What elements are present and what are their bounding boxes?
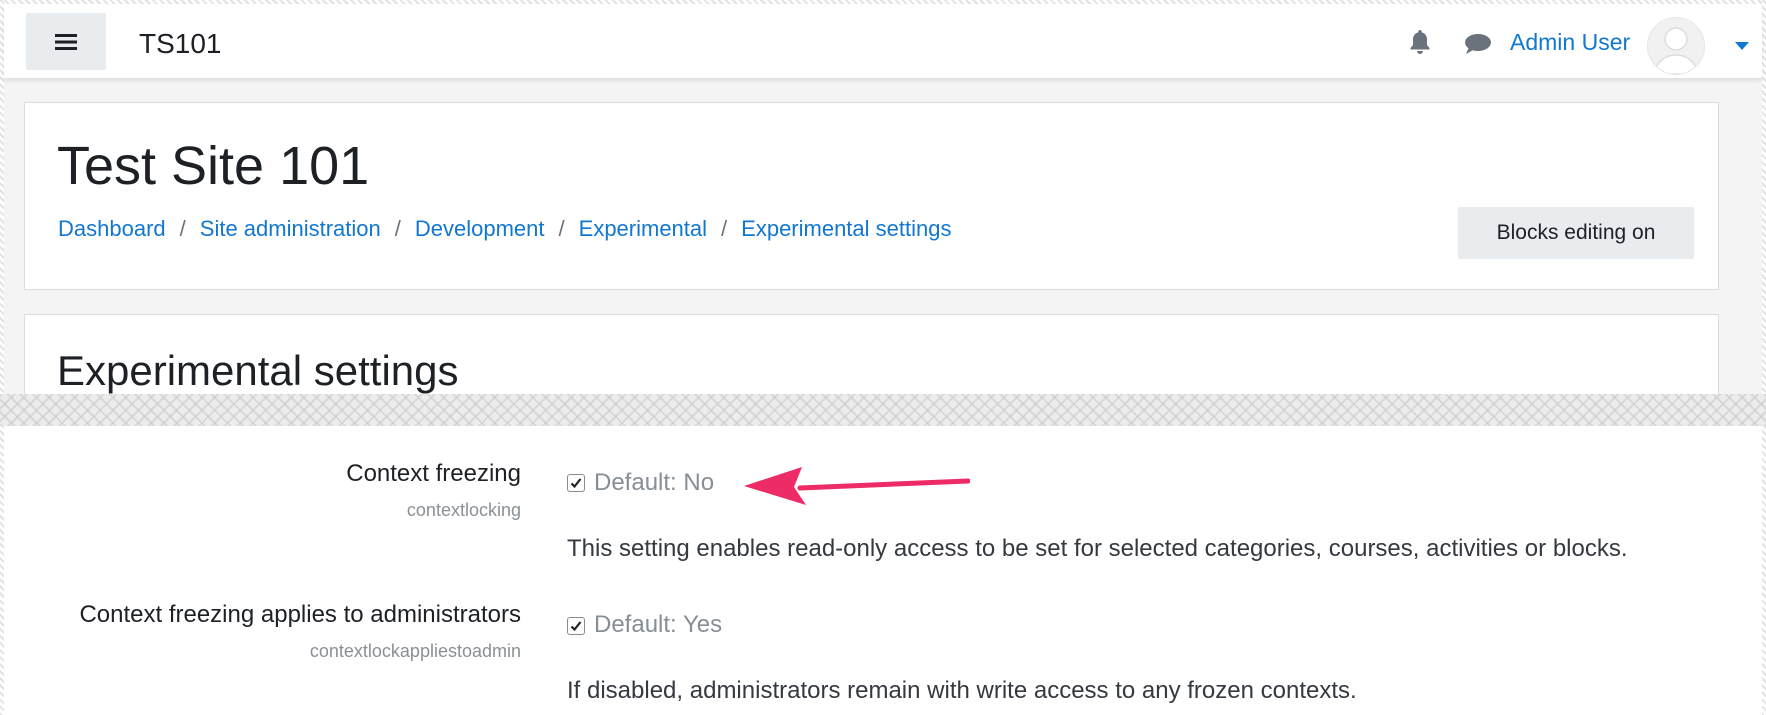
default-value-contextlocking: Default: No bbox=[594, 469, 715, 496]
breadcrumb-site-administration[interactable]: Site administration bbox=[200, 216, 381, 242]
breadcrumb-experimental[interactable]: Experimental bbox=[579, 216, 707, 242]
section-title: Experimental settings bbox=[57, 347, 459, 394]
setting-label-contextlocking: Context freezing bbox=[346, 460, 521, 487]
user-menu-name[interactable]: Admin User bbox=[1510, 29, 1630, 56]
breadcrumb-separator: / bbox=[721, 216, 728, 241]
blocks-editing-on-button[interactable]: Blocks editing on bbox=[1458, 207, 1694, 259]
checkbox-checked-icon bbox=[570, 478, 582, 489]
setting-key-contextlockappliestoadmin: contextlockappliestoadmin bbox=[309, 641, 521, 661]
bell-icon bbox=[1410, 30, 1430, 54]
setting-label-contextlockappliestoadmin: Context freezing applies to administrato… bbox=[79, 601, 521, 628]
messages-button[interactable] bbox=[1464, 33, 1492, 60]
checkbox-checked-icon bbox=[570, 621, 582, 632]
breadcrumb-separator: / bbox=[394, 216, 401, 241]
setting-key-contextlocking: contextlocking bbox=[406, 500, 521, 520]
main-content-card: Experimental settings bbox=[24, 314, 1719, 395]
breadcrumb-separator: / bbox=[179, 216, 186, 241]
torn-divider bbox=[0, 394, 1766, 426]
top-navbar: TS101 Admin User bbox=[4, 4, 1762, 79]
annotation-arrow bbox=[744, 467, 970, 505]
setting-description-contextlockappliestoadmin: If disabled, administrators remain with … bbox=[567, 677, 1357, 704]
setting-description-contextlocking: This setting enables read-only access to… bbox=[567, 535, 1628, 562]
checkbox-contextlocking[interactable] bbox=[567, 474, 585, 492]
breadcrumb-separator: / bbox=[558, 216, 565, 241]
hamburger-menu-button[interactable] bbox=[26, 13, 106, 70]
breadcrumb-experimental-settings[interactable]: Experimental settings bbox=[741, 216, 951, 242]
site-shortname[interactable]: TS101 bbox=[139, 28, 222, 60]
hamburger-icon bbox=[55, 33, 77, 50]
chat-icon bbox=[1465, 34, 1491, 54]
breadcrumb: Dashboard / Site administration / Develo… bbox=[58, 216, 951, 242]
user-menu-toggle[interactable] bbox=[1735, 37, 1749, 55]
page-header: Test Site 101 Dashboard / Site administr… bbox=[24, 102, 1719, 290]
breadcrumb-dashboard[interactable]: Dashboard bbox=[58, 216, 166, 242]
torn-edge-right bbox=[1762, 0, 1766, 715]
breadcrumb-development[interactable]: Development bbox=[415, 216, 545, 242]
default-value-contextlockappliestoadmin: Default: Yes bbox=[594, 611, 723, 638]
checkbox-contextlockappliestoadmin[interactable] bbox=[567, 617, 585, 635]
caret-down-icon bbox=[1735, 42, 1749, 50]
default-avatar-icon bbox=[1653, 27, 1699, 74]
avatar[interactable] bbox=[1647, 17, 1705, 75]
page-title: Test Site 101 bbox=[57, 136, 370, 196]
notifications-button[interactable] bbox=[1408, 29, 1432, 60]
